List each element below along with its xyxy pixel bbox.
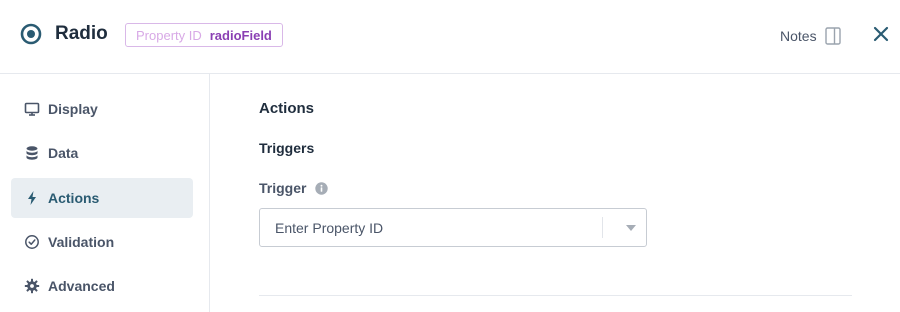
property-id-badge[interactable]: Property ID radioField: [125, 23, 283, 47]
sidebar-item-label: Validation: [48, 234, 115, 250]
sidebar-item-actions[interactable]: Actions: [11, 178, 193, 218]
section-divider: [259, 295, 852, 296]
select-divider: [602, 217, 603, 238]
database-icon: [24, 145, 40, 161]
trigger-field-label: Trigger: [259, 180, 329, 196]
sidebar-item-data[interactable]: Data: [11, 133, 193, 173]
main-content: Actions Triggers Trigger Enter Property …: [211, 74, 900, 312]
notes-label: Notes: [780, 28, 817, 44]
trigger-select[interactable]: Enter Property ID: [259, 208, 647, 247]
sidebar-item-label: Display: [48, 101, 98, 117]
info-icon[interactable]: [315, 181, 329, 195]
gear-icon: [24, 278, 40, 294]
chevron-down-icon[interactable]: [626, 225, 636, 231]
property-id-value: radioField: [209, 27, 272, 43]
radio-icon: [20, 23, 42, 45]
check-circle-icon: [24, 234, 40, 250]
sidebar-item-label: Data: [48, 145, 79, 161]
panel-icon: [824, 27, 841, 45]
subsection-title: Triggers: [259, 140, 315, 156]
notes-button[interactable]: Notes: [780, 26, 841, 46]
trigger-select-placeholder: Enter Property ID: [275, 220, 384, 236]
sidebar-item-validation[interactable]: Validation: [11, 222, 193, 262]
panel-header: Radio Property ID radioField Notes: [0, 0, 900, 74]
component-title: Radio: [55, 23, 108, 44]
lightning-icon: [24, 190, 40, 206]
sidebar-item-display[interactable]: Display: [11, 89, 193, 129]
sidebar: Display Data Actions Validation Advanced: [0, 74, 210, 312]
sidebar-item-label: Advanced: [48, 278, 115, 294]
sidebar-item-advanced[interactable]: Advanced: [11, 266, 193, 306]
sidebar-item-label: Actions: [48, 190, 100, 206]
trigger-label: Trigger: [259, 180, 307, 196]
section-title: Actions: [259, 100, 315, 117]
close-icon[interactable]: [873, 26, 889, 42]
monitor-icon: [24, 101, 40, 117]
property-id-label: Property ID: [136, 27, 202, 43]
